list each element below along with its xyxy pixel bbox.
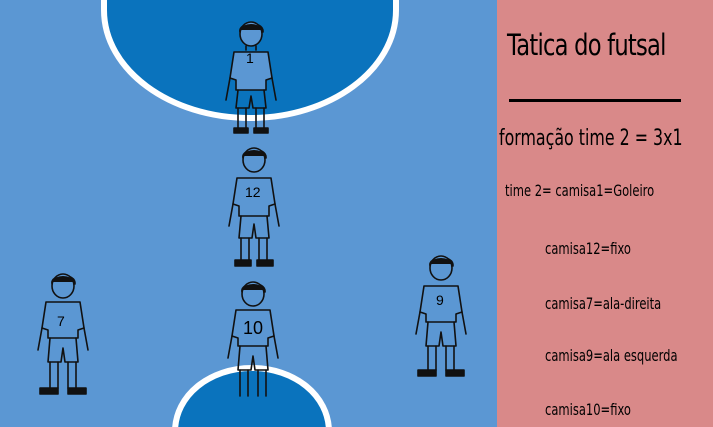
futsal-court: 1 12 7 10 9: [0, 0, 497, 427]
roster-line-goleiro: time 2= camisa1=Goleiro: [505, 181, 655, 200]
player-number-10: 10: [243, 318, 264, 338]
ala-esquerda-figure: [415, 255, 467, 377]
ala-direita-figure: [37, 273, 89, 395]
roster-line-camisa12: camisa12=fixo: [545, 239, 631, 258]
player-ala-esquerda: [406, 254, 476, 377]
title-underline: [509, 99, 681, 102]
player-ala-direita: [28, 272, 98, 395]
fixo-10-figure: [227, 281, 279, 397]
roster-line-camisa7: camisa7=ala-direita: [545, 294, 662, 313]
tactics-panel: Tatica do futsal formação time 2 = 3x1 t…: [497, 0, 713, 427]
player-fixo-10: [218, 280, 288, 400]
player-number-12: 12: [245, 184, 261, 200]
player-number-7: 7: [57, 313, 65, 329]
fixo-12-figure: [228, 147, 280, 267]
formation-label: formação time 2 = 3x1: [499, 126, 683, 151]
player-number-9: 9: [436, 292, 444, 308]
player-number-1: 1: [246, 50, 254, 66]
player-fixo-12: [219, 146, 289, 267]
panel-title: Tatica do futsal: [507, 28, 666, 62]
roster-line-camisa10: camisa10=fixo: [545, 400, 631, 419]
player-goleiro: [216, 20, 286, 140]
roster-line-camisa9: camisa9=ala esquerda: [545, 346, 678, 365]
goleiro-figure: [225, 21, 277, 134]
